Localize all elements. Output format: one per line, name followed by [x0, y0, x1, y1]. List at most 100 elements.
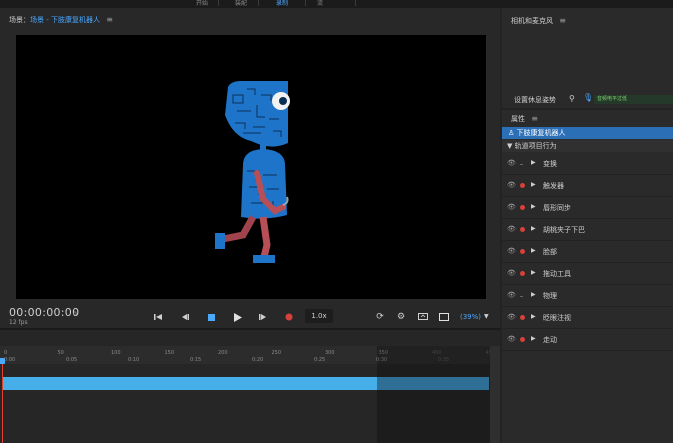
arm-toggle-icon[interactable]: [520, 227, 525, 232]
chevron-right-icon[interactable]: ▶: [531, 335, 536, 342]
robot-puppet[interactable]: [213, 75, 313, 265]
arm-toggle-icon[interactable]: [520, 183, 525, 188]
scene-stage[interactable]: [16, 35, 486, 299]
settings-button[interactable]: ⚙: [394, 310, 408, 324]
arm-toggle-icon[interactable]: [520, 337, 525, 342]
loop-button[interactable]: ⟳: [373, 310, 387, 324]
scene-label: 场景：: [9, 16, 30, 24]
playhead-line[interactable]: [2, 358, 3, 443]
selected-puppet[interactable]: ♙ 下肢康复机器人: [502, 127, 673, 139]
chevron-down-icon: ▼: [507, 142, 513, 150]
behavior-row[interactable]: 👁 ▶ 脸部: [502, 241, 673, 263]
properties-panel-title: 属性: [511, 115, 525, 123]
next-frame-button[interactable]: [256, 310, 270, 324]
time-tick-label: 0:00: [4, 357, 16, 363]
behaviors-section-title: 轨道项目行为: [514, 142, 557, 150]
arm-toggle-icon[interactable]: [520, 315, 525, 320]
time-tick-label: 0:15: [190, 357, 202, 363]
arm-toggle-icon[interactable]: [520, 164, 523, 165]
record-button[interactable]: [282, 310, 296, 324]
monitor-icon: [418, 313, 428, 320]
eye-icon[interactable]: 👁: [507, 335, 516, 343]
behavior-name: 眨眼注视: [543, 314, 571, 322]
loop-icon: ⟳: [376, 312, 384, 322]
camera-mic-panel: 相机和麦克风 ≡ 设置休息姿势 ⚲ 🎙 音频电平过低: [502, 8, 673, 108]
fps-label: 12 fps: [9, 319, 28, 326]
panel-menu-icon[interactable]: ≡: [559, 16, 566, 25]
behavior-row[interactable]: 👁 ▶ 触发器: [502, 175, 673, 197]
go-to-start-button[interactable]: [151, 310, 165, 324]
fit-frame-button[interactable]: [437, 310, 451, 324]
behaviors-section-header[interactable]: ▼ 轨道项目行为: [502, 140, 673, 152]
mic-level-status: 音频电平过低: [594, 95, 673, 104]
previous-frame-button[interactable]: [178, 310, 192, 324]
properties-panel-header: 属性 ≡: [511, 114, 538, 124]
chevron-right-icon[interactable]: ▶: [531, 203, 536, 210]
arm-toggle-icon[interactable]: [520, 271, 525, 276]
microphone-icon[interactable]: 🎙: [583, 93, 593, 102]
chevron-right-icon[interactable]: ▶: [531, 159, 536, 166]
frame-tick-label: 200: [218, 350, 228, 356]
chevron-right-icon[interactable]: ▶: [531, 247, 536, 254]
camera-panel-title: 相机和麦克风: [511, 17, 553, 25]
play-button[interactable]: [230, 310, 244, 324]
gear-icon: ⚙: [396, 312, 406, 322]
display-options-button[interactable]: [416, 310, 430, 324]
timeline-panel[interactable]: 0501001502002503003504004500:000:050:100…: [0, 328, 500, 443]
tab-stream[interactable]: 流: [317, 0, 323, 7]
arm-toggle-icon[interactable]: [520, 205, 525, 210]
behavior-row[interactable]: 👁 ▶ 唇形同步: [502, 197, 673, 219]
playback-speed[interactable]: 1.0x: [305, 309, 333, 323]
chevron-right-icon[interactable]: ▶: [531, 225, 536, 232]
chevron-right-icon[interactable]: ▶: [531, 313, 536, 320]
behavior-row[interactable]: 👁 ▶ 眨眼注视: [502, 307, 673, 329]
tab-rig[interactable]: 装配: [235, 0, 247, 7]
eye-icon[interactable]: 👁: [507, 269, 516, 277]
eye-icon[interactable]: 👁: [507, 225, 516, 233]
eye-icon[interactable]: 👁: [507, 159, 516, 167]
behavior-row[interactable]: 👁 ▶ 物理: [502, 285, 673, 307]
timeline-out-of-range-shade: [377, 346, 490, 443]
eye-icon[interactable]: 👁: [507, 181, 516, 189]
frame-icon: [439, 313, 449, 321]
webcam-icon[interactable]: ⚲: [569, 94, 575, 103]
time-tick-label: 0:10: [128, 357, 140, 363]
arm-toggle-icon[interactable]: [520, 296, 523, 297]
behavior-name: 触发器: [543, 182, 564, 190]
set-rest-pose-button[interactable]: 设置休息姿势: [514, 95, 556, 105]
panel-menu-icon[interactable]: ≡: [106, 15, 113, 24]
chevron-right-icon[interactable]: ▶: [531, 269, 536, 276]
stop-icon: [207, 313, 215, 321]
stop-button[interactable]: [204, 310, 218, 324]
workspace-tab-bar: 开始 装配 录制 流: [0, 0, 673, 8]
panel-menu-icon[interactable]: ≡: [531, 114, 538, 123]
zoom-level[interactable]: (39%): [460, 313, 481, 321]
behavior-name: 变换: [543, 160, 557, 168]
chevron-down-icon[interactable]: ▼: [484, 313, 489, 320]
playhead-handle[interactable]: [0, 358, 5, 364]
timeline-scrollbar[interactable]: [490, 346, 500, 443]
frame-tick-label: 250: [271, 350, 282, 356]
eye-icon[interactable]: 👁: [507, 313, 516, 321]
eye-icon[interactable]: 👁: [507, 247, 516, 255]
chevron-right-icon[interactable]: ▶: [531, 181, 536, 188]
tab-record[interactable]: 录制: [276, 0, 288, 7]
scene-name-link[interactable]: 场景 - 下肢康复机器人: [30, 16, 100, 24]
arm-toggle-icon[interactable]: [520, 249, 525, 254]
behavior-row[interactable]: 👁 ▶ 拖动工具: [502, 263, 673, 285]
behavior-row[interactable]: 👁 ▶ 胡桃夹子下巴: [502, 219, 673, 241]
puppet-track-bar-extension[interactable]: [377, 377, 489, 390]
behavior-name: 胡桃夹子下巴: [543, 226, 585, 234]
chevron-right-icon[interactable]: ▶: [531, 291, 536, 298]
behavior-row[interactable]: 👁 ▶ 走动: [502, 329, 673, 351]
behavior-row[interactable]: 👁 ▶ 变换: [502, 153, 673, 175]
frame-number: 0: [73, 311, 77, 318]
behavior-name: 物理: [543, 292, 557, 300]
behavior-name: 走动: [543, 336, 557, 344]
skip-start-icon: [154, 314, 162, 320]
step-forward-icon: [259, 314, 266, 320]
eye-icon[interactable]: 👁: [507, 203, 516, 211]
eye-icon[interactable]: 👁: [507, 291, 516, 299]
tab-start[interactable]: 开始: [196, 0, 208, 7]
behavior-name: 唇形同步: [543, 204, 571, 212]
